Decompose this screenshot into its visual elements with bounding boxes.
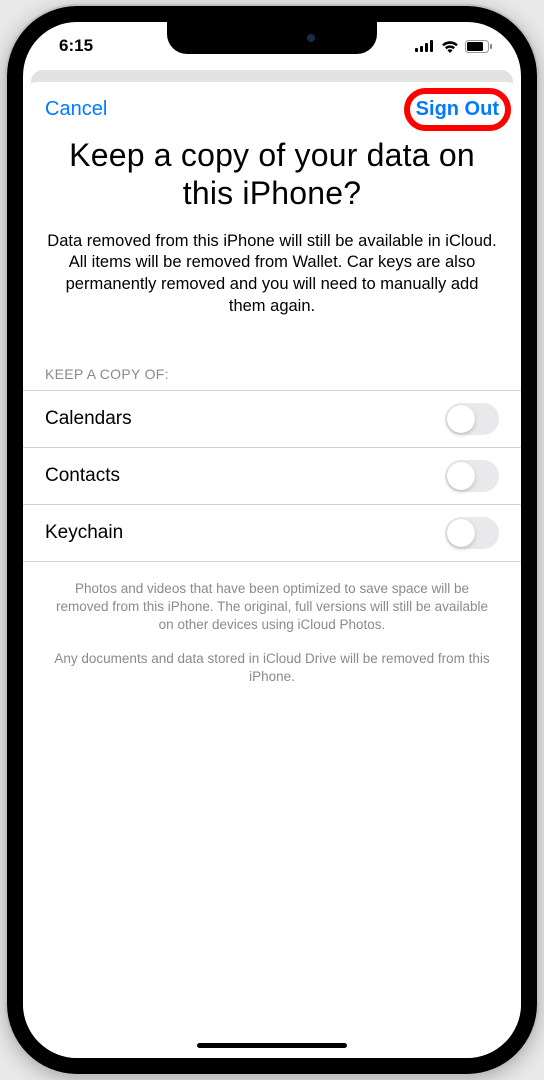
section-header: KEEP A COPY OF: bbox=[23, 348, 521, 390]
wifi-icon bbox=[441, 40, 459, 53]
cellular-signal-icon bbox=[415, 40, 435, 52]
notch bbox=[167, 22, 377, 54]
cancel-button[interactable]: Cancel bbox=[45, 98, 107, 121]
screen: 6:15 Cancel Sign Out bbox=[23, 22, 521, 1058]
list-item-label: Calendars bbox=[45, 408, 132, 430]
toggle-knob bbox=[447, 462, 475, 490]
modal-sheet: Cancel Sign Out Keep a copy of your data… bbox=[23, 82, 521, 1058]
list-item: Calendars bbox=[23, 391, 521, 448]
toggle-keychain[interactable] bbox=[445, 517, 499, 549]
status-icons bbox=[415, 40, 493, 53]
options-list: Calendars Contacts Keychain bbox=[23, 390, 521, 562]
footnote-photos: Photos and videos that have been optimiz… bbox=[23, 562, 521, 641]
status-time: 6:15 bbox=[59, 36, 93, 56]
footnote-icloud-drive: Any documents and data stored in iCloud … bbox=[23, 640, 521, 692]
list-item-label: Contacts bbox=[45, 465, 120, 487]
phone-frame: 6:15 Cancel Sign Out bbox=[7, 6, 537, 1074]
home-indicator[interactable] bbox=[197, 1043, 347, 1048]
toggle-calendars[interactable] bbox=[445, 403, 499, 435]
sign-out-button[interactable]: Sign Out bbox=[416, 98, 499, 120]
camera-dot bbox=[307, 34, 315, 42]
list-item: Contacts bbox=[23, 448, 521, 505]
list-item-label: Keychain bbox=[45, 522, 123, 544]
nav-bar: Cancel Sign Out bbox=[23, 82, 521, 129]
toggle-knob bbox=[447, 519, 475, 547]
page-title: Keep a copy of your data on this iPhone? bbox=[23, 129, 521, 231]
toggle-knob bbox=[447, 405, 475, 433]
list-item: Keychain bbox=[23, 505, 521, 562]
battery-icon bbox=[465, 40, 493, 53]
toggle-contacts[interactable] bbox=[445, 460, 499, 492]
page-subtitle: Data removed from this iPhone will still… bbox=[23, 231, 521, 348]
